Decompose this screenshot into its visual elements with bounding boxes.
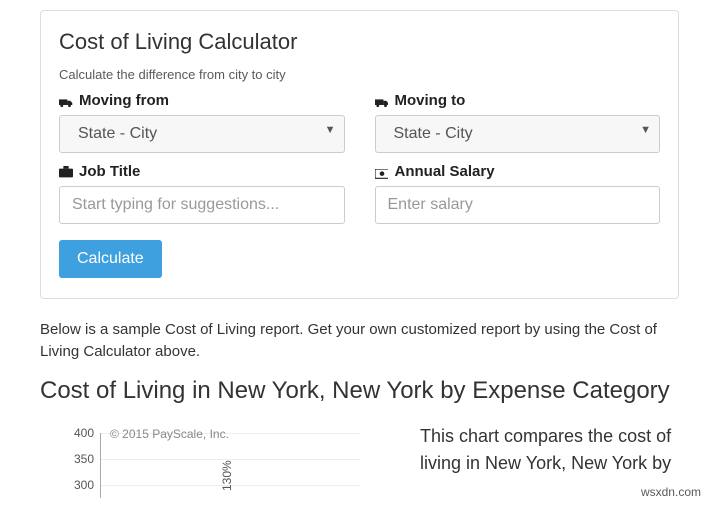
- moving-from-select[interactable]: State - City ▼: [59, 115, 345, 153]
- bar-label-130: 130%: [220, 460, 234, 491]
- moving-to-field: Moving to State - City ▼: [375, 92, 661, 153]
- annual-salary-text: Annual Salary: [395, 163, 495, 180]
- annual-salary-input[interactable]: [375, 186, 661, 224]
- moving-from-field: Moving from State - City ▼: [59, 92, 345, 153]
- moving-from-label: Moving from: [59, 92, 345, 109]
- panel-title: Cost of Living Calculator: [59, 29, 660, 55]
- chevron-down-icon: ▼: [325, 124, 336, 136]
- calculate-button[interactable]: Calculate: [59, 240, 162, 278]
- chevron-down-icon: ▼: [640, 124, 651, 136]
- moving-to-text: Moving to: [395, 92, 466, 109]
- ytick-350: 350: [74, 452, 94, 466]
- report-title: Cost of Living in New York, New York by …: [40, 377, 679, 405]
- watermark: wsxdn.com: [641, 485, 701, 499]
- panel-subtitle: Calculate the difference from city to ci…: [59, 67, 660, 82]
- truck-icon: [59, 95, 73, 107]
- moving-from-text: Moving from: [79, 92, 169, 109]
- expense-category-chart: 400 350 300 © 2015 PayScale, Inc. 130%: [40, 423, 360, 498]
- sample-report-intro: Below is a sample Cost of Living report.…: [40, 319, 679, 363]
- ytick-300: 300: [74, 478, 94, 492]
- annual-salary-label: Annual Salary: [375, 163, 661, 180]
- chart-credit: © 2015 PayScale, Inc.: [110, 427, 229, 441]
- moving-to-label: Moving to: [375, 92, 661, 109]
- moving-to-value: State - City: [394, 125, 473, 143]
- job-title-field: Job Title: [59, 163, 345, 224]
- annual-salary-field: Annual Salary: [375, 163, 661, 224]
- briefcase-icon: [59, 166, 73, 178]
- job-title-text: Job Title: [79, 163, 140, 180]
- moving-to-select[interactable]: State - City ▼: [375, 115, 661, 153]
- ytick-400: 400: [74, 426, 94, 440]
- job-title-input[interactable]: [59, 186, 345, 224]
- moving-from-value: State - City: [78, 125, 157, 143]
- cost-of-living-calculator-panel: Cost of Living Calculator Calculate the …: [40, 10, 679, 299]
- money-icon: [375, 166, 389, 178]
- job-title-label: Job Title: [59, 163, 345, 180]
- truck-icon: [375, 95, 389, 107]
